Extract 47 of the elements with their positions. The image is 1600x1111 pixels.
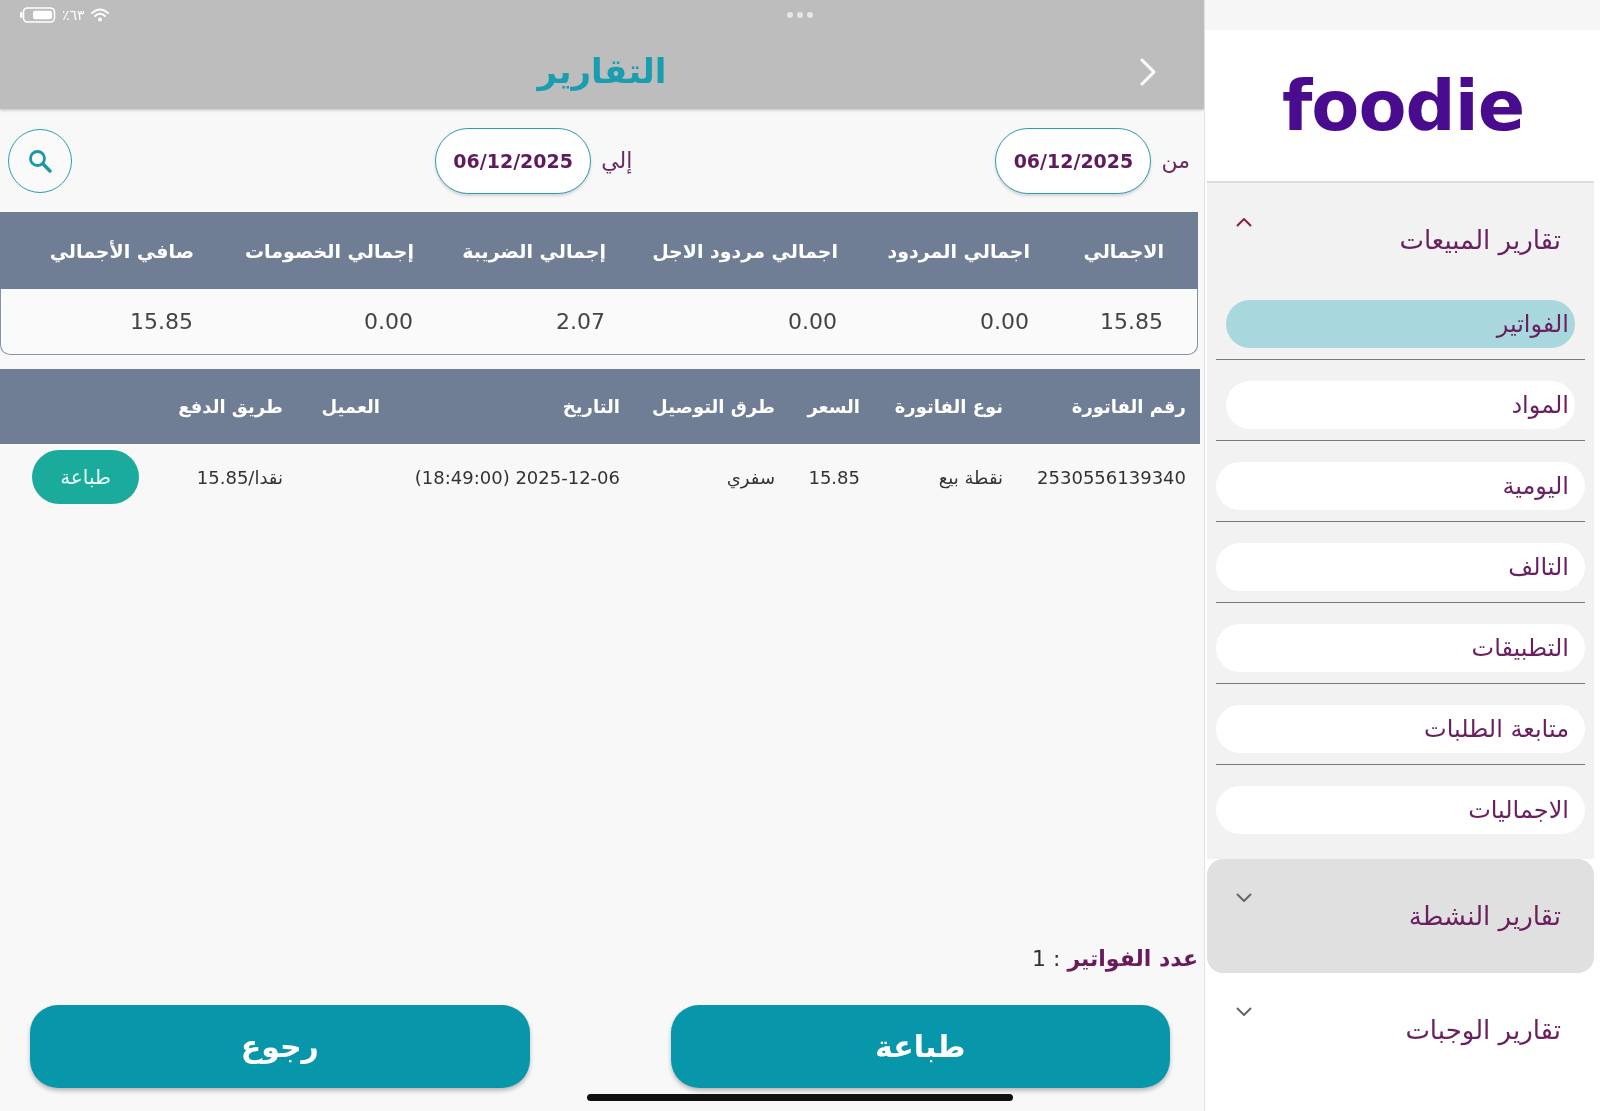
to-label: إلي — [601, 148, 633, 173]
sidebar-item[interactable]: التالف — [1216, 543, 1585, 591]
column-header: نوع الفاتورة — [894, 396, 1003, 417]
date-field[interactable]: 06/12/2025 — [435, 127, 592, 194]
sidebar-item[interactable]: الفواتير — [1226, 300, 1575, 348]
table-cell: 15.85 — [1100, 309, 1163, 334]
table-cell: 0.00 — [980, 309, 1029, 334]
section-header[interactable]: تقارير الوجبات — [1207, 973, 1594, 1087]
column-header: صافي الأجمالي — [49, 239, 194, 262]
search-icon — [28, 148, 52, 173]
sidebar-item[interactable]: الاجماليات — [1216, 786, 1585, 834]
table-cell: 15.85 — [808, 466, 860, 488]
battery-percent: ٦٣٪ — [62, 7, 85, 23]
column-header: الاجمالي — [1083, 239, 1164, 262]
column-header: إجمالي الضريبة — [462, 239, 606, 262]
section-header[interactable]: تقارير المبيعات — [1207, 183, 1594, 291]
table-cell: 2.07 — [556, 309, 605, 334]
wifi-icon — [90, 8, 109, 22]
section-header[interactable]: تقارير النشطة — [1207, 859, 1594, 973]
column-header: طريق الدفع — [178, 396, 283, 417]
table-cell: 0.00 — [788, 309, 837, 334]
column-header: التاريخ — [562, 396, 620, 417]
brand-logo: foodie — [1281, 70, 1525, 141]
column-header: اجمالي المردود — [887, 239, 1030, 262]
sidebar-item[interactable]: التطبيقات — [1216, 624, 1585, 672]
table-cell: 0.00 — [364, 309, 413, 334]
table-cell: سفري — [726, 466, 775, 488]
more-dots-icon[interactable] — [787, 12, 813, 18]
battery-icon — [20, 7, 56, 23]
sidebar-item[interactable]: متابعة الطلبات — [1216, 705, 1585, 753]
sidebar-item[interactable]: المواد — [1226, 381, 1575, 429]
column-header: إجمالي الخصومات — [245, 239, 414, 262]
from-label: من — [1161, 148, 1190, 173]
table-cell: 2530556139340 — [1037, 466, 1186, 488]
column-header: العميل — [321, 396, 380, 417]
table-cell: نقطة بيع — [938, 466, 1003, 488]
table-cell: 15.85 — [130, 309, 193, 334]
column-header: السعر — [807, 396, 860, 417]
chevron-right-icon[interactable] — [1140, 57, 1156, 86]
column-header: طرق التوصيل — [652, 396, 775, 417]
date-field[interactable]: 06/12/2025 — [995, 127, 1152, 194]
column-header: رقم الفاتورة — [1071, 396, 1186, 417]
table-cell: نقدا/15.85 — [196, 466, 283, 488]
sidebar-item[interactable]: اليومية — [1216, 462, 1585, 510]
table-cell: 2025-12-06 (18:49:00) — [414, 466, 620, 488]
page-title: التقارير — [537, 51, 667, 92]
column-header: اجمالي مردود الاجل — [652, 239, 838, 262]
